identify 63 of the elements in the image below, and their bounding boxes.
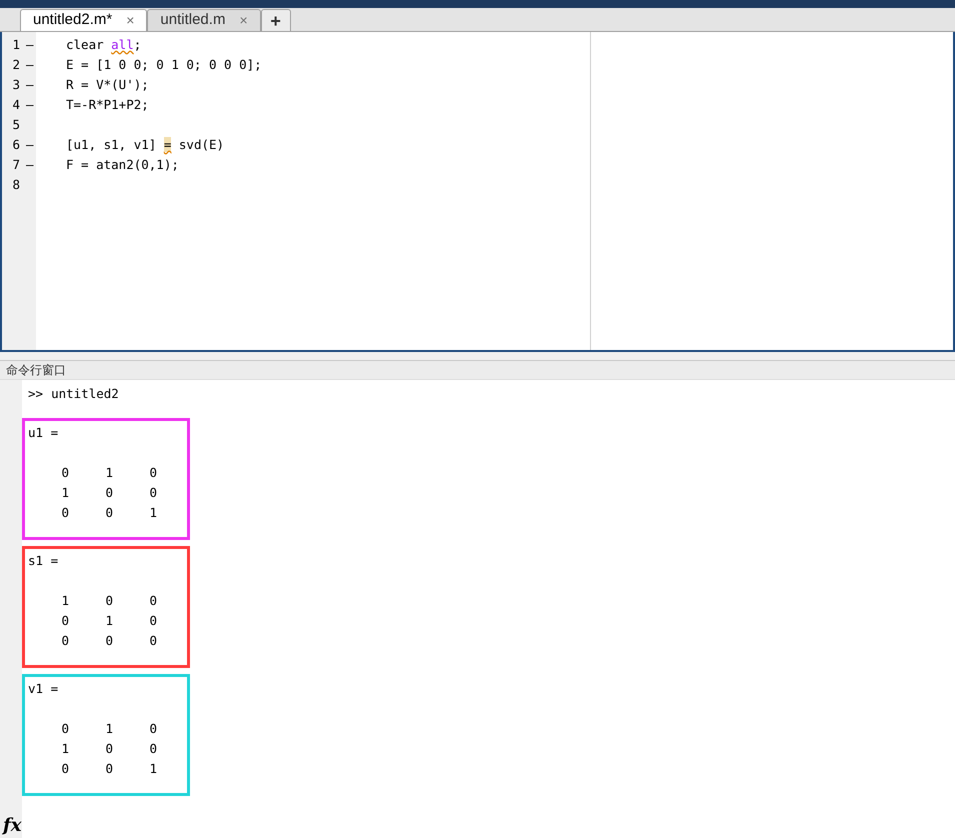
command-window[interactable]: fx >> untitled2 u1 = 0 1 0 1 0 0 0 0 1 s1 = 1 0 0 0 1 0 0 0 0 v1 = 0 1 0 1 0 0 0 0 1	[0, 379, 955, 838]
matrix-value: 1	[60, 740, 69, 758]
line-number: 7	[11, 156, 20, 174]
matrix-value: 0	[104, 592, 113, 610]
tab-close-button[interactable]: ×	[239, 10, 248, 31]
line-marker: –	[26, 76, 34, 94]
panel-title: 命令行窗口	[6, 362, 66, 379]
matrix-value: 0	[60, 612, 69, 630]
code-line: [u1, s1, v1] = svd(E)	[66, 136, 224, 154]
line-marker: –	[26, 96, 34, 114]
matrix-value: 0	[148, 592, 157, 610]
code-line: R = V*(U');	[66, 76, 149, 94]
matrix-value: 0	[60, 720, 69, 738]
variable-name: v1 =	[28, 680, 58, 698]
matrix-value: 0	[148, 720, 157, 738]
variable-name: u1 =	[28, 424, 58, 442]
function-icon[interactable]: fx	[0, 814, 22, 838]
matrix-value: 1	[60, 484, 69, 502]
editor-tab[interactable]: untitled2.m* ×	[20, 9, 148, 31]
line-number: 5	[11, 116, 20, 134]
editor-tab[interactable]: untitled.m ×	[147, 9, 261, 31]
line-number: 4	[11, 96, 20, 114]
code-line: T=-R*P1+P2;	[66, 96, 149, 114]
matrix-value: 0	[60, 504, 69, 522]
matrix-value: 0	[148, 484, 157, 502]
code-editor[interactable]: 1 – 2 – 3 – 4 – 5 6 – 7 – 8 clear all; E = [1 0 0; 0 1 0; 0 0 0]; R = V*(U'); T=-R*P1+P2; [u1, s1, v1] = svd(E) F = atan2(0,1);	[0, 32, 955, 352]
matrix-value: 0	[60, 632, 69, 650]
matrix-value: 1	[104, 612, 113, 630]
tab-label: untitled.m	[160, 10, 226, 30]
matrix-value: 0	[104, 760, 113, 778]
line-number: 8	[11, 176, 20, 194]
line-marker: –	[26, 136, 34, 154]
new-tab-button[interactable]: +	[260, 9, 291, 31]
line-number: 3	[11, 76, 20, 94]
matrix-value: 0	[148, 464, 157, 482]
code-line: E = [1 0 0; 0 1 0; 0 0 0];	[66, 56, 262, 74]
matrix-value: 0	[60, 464, 69, 482]
line-marker: –	[26, 56, 34, 74]
matrix-value: 1	[60, 592, 69, 610]
matrix-value: 1	[148, 504, 157, 522]
tab-close-button[interactable]: ×	[126, 10, 134, 31]
code-line: clear all;	[66, 36, 142, 54]
variable-name: s1 =	[28, 552, 58, 570]
matrix-value: 0	[148, 740, 157, 758]
matrix-value: 0	[104, 484, 113, 502]
line-number: 2	[11, 56, 20, 74]
matrix-value: 0	[148, 612, 157, 630]
matrix-value: 1	[104, 464, 113, 482]
line-marker: –	[26, 36, 34, 54]
line-marker: –	[26, 156, 34, 174]
tab-label: untitled2.m*	[33, 10, 112, 30]
code-line: F = atan2(0,1);	[66, 156, 179, 174]
matrix-value: 0	[104, 504, 113, 522]
matrix-value: 1	[104, 720, 113, 738]
matrix-value: 0	[148, 632, 157, 650]
matrix-value: 1	[148, 760, 157, 778]
matrix-value: 0	[104, 740, 113, 758]
line-number: 6	[11, 136, 20, 154]
matrix-value: 0	[60, 760, 69, 778]
command-text: untitled2	[51, 384, 119, 403]
command-prompt: >>	[28, 384, 44, 403]
matrix-value: 0	[104, 632, 113, 650]
line-number: 1	[11, 36, 20, 54]
